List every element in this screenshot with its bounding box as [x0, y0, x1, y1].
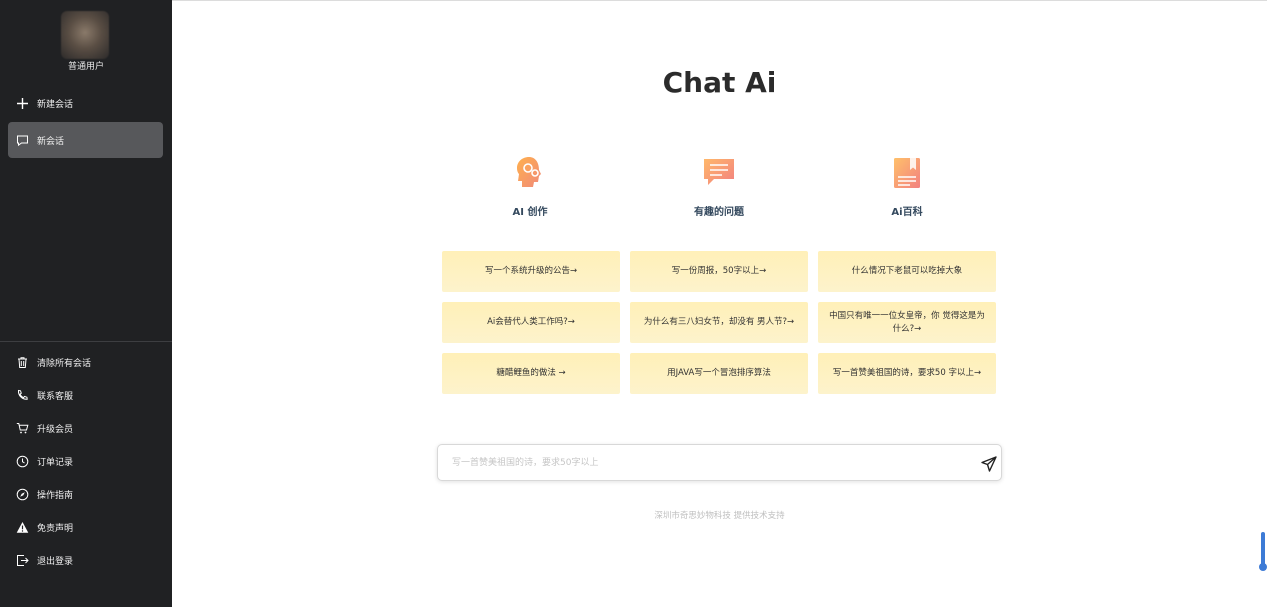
disclaimer-label: 免责声明 — [37, 523, 74, 534]
sidebar-item-session[interactable]: 新会话 — [8, 122, 163, 158]
logout-label: 退出登录 — [37, 556, 74, 567]
new-chat-label: 新建会话 — [37, 99, 74, 110]
upgrade-button[interactable]: 升级会员 — [8, 410, 163, 446]
footer-credit: 深圳市奇思妙物科技 提供技术支持 — [654, 511, 785, 521]
suggestion-card[interactable]: 写一份周报，50字以上→ — [630, 251, 808, 292]
new-chat-button[interactable]: 新建会话 — [8, 85, 163, 121]
guide-button[interactable]: 操作指南 — [8, 476, 163, 512]
logout-icon — [15, 553, 29, 567]
scrollbar[interactable] — [1259, 532, 1267, 571]
page-title: Chat Ai — [662, 66, 777, 99]
orders-label: 订单记录 — [37, 457, 74, 468]
sidebar-divider — [0, 341, 172, 342]
phone-icon — [15, 388, 29, 402]
contact-button[interactable]: 联系客服 — [8, 377, 163, 413]
message-box — [437, 444, 1002, 481]
category-label: Ai百科 — [891, 207, 923, 218]
message-input[interactable] — [452, 445, 972, 480]
trash-icon — [15, 355, 29, 369]
orders-button[interactable]: 订单记录 — [8, 443, 163, 479]
sidebar: 普通用户 新建会话 新会话 清除所有会话 联系客服 升级会员 订单记录 操作指南… — [0, 0, 172, 607]
plus-icon — [15, 96, 29, 110]
clear-all-button[interactable]: 清除所有会话 — [8, 344, 163, 380]
suggestion-card[interactable]: 用JAVA写一个冒泡排序算法 — [630, 353, 808, 394]
suggestion-card[interactable]: 糖醋鲤鱼的做法 → — [442, 353, 620, 394]
upgrade-label: 升级会员 — [37, 424, 74, 435]
suggestion-card[interactable]: 为什么有三八妇女节，却没有 男人节?→ — [630, 302, 808, 343]
message-icon — [15, 133, 29, 147]
book-icon — [894, 158, 920, 188]
category-label: 有趣的问题 — [694, 207, 744, 218]
clear-all-label: 清除所有会话 — [37, 358, 92, 369]
send-icon[interactable] — [981, 456, 997, 472]
clock-icon — [15, 454, 29, 468]
compass-icon — [15, 487, 29, 501]
category-ai-creation[interactable]: AI 创作 — [441, 155, 619, 218]
category-ai-encyclopedia[interactable]: Ai百科 — [818, 155, 996, 218]
suggestion-card[interactable]: 写一首赞美祖国的诗，要求50 字以上→ — [818, 353, 996, 394]
suggestion-card[interactable]: 中国只有唯一一位女皇帝，你 觉得这是为什么?→ — [818, 302, 996, 343]
ai-head-icon — [517, 157, 541, 187]
warning-icon — [15, 520, 29, 534]
category-fun-questions[interactable]: 有趣的问题 — [630, 155, 808, 218]
username: 普通用户 — [67, 62, 104, 72]
session-label: 新会话 — [37, 136, 65, 147]
chat-bubble-icon — [704, 159, 734, 185]
suggestion-card[interactable]: 写一个系统升级的公告→ — [442, 251, 620, 292]
logout-button[interactable]: 退出登录 — [8, 542, 163, 578]
contact-label: 联系客服 — [37, 391, 74, 402]
category-label: AI 创作 — [512, 207, 548, 218]
suggestion-card[interactable]: 什么情况下老鼠可以吃掉大象 — [818, 251, 996, 292]
guide-label: 操作指南 — [37, 490, 74, 501]
top-border — [172, 0, 1267, 1]
suggestion-card[interactable]: Ai会替代人类工作吗?→ — [442, 302, 620, 343]
cart-icon — [15, 421, 29, 435]
avatar[interactable] — [61, 11, 109, 59]
disclaimer-button[interactable]: 免责声明 — [8, 509, 163, 545]
